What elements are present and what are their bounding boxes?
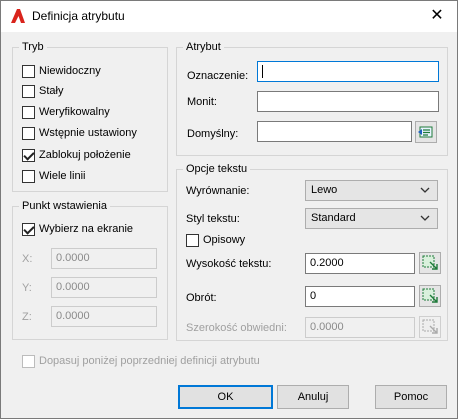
attribute-definition-dialog: Definicja atrybutu ✕ Tryb Niewidoczny St… [0,0,458,419]
text-style-label: Styl tekstu: [186,213,240,225]
specify-onscreen-checkbox-box[interactable] [22,222,35,236]
tag-field[interactable] [257,61,439,82]
pick-text-height-button[interactable] [419,252,441,274]
invisible-checkbox[interactable]: Niewidoczny [22,64,101,80]
x-coordinate-field[interactable]: 0.0000 [51,248,157,269]
align-below-checkbox[interactable]: Dopasuj poniżej poprzedniej definicji at… [22,354,260,370]
rotation-field[interactable]: 0 [305,286,415,307]
verify-label: Weryfikowalny [39,106,110,118]
pick-point-icon [420,286,440,306]
specify-onscreen-label: Wybierz na ekranie [39,223,134,235]
annotative-checkbox-box[interactable] [186,233,199,247]
pick-point-icon [420,317,440,337]
justification-value: Lewo [311,184,338,196]
attribute-group-title: Atrybut [186,41,221,53]
preset-checkbox[interactable]: Wstępnie ustawiony [22,126,137,142]
close-button[interactable]: ✕ [425,5,449,27]
z-label: Z: [22,311,32,323]
boundary-width-field[interactable]: 0.0000 [305,317,415,338]
constant-checkbox-box[interactable] [22,84,35,98]
pick-rotation-button[interactable] [419,285,441,307]
tag-label: Oznaczenie: [187,70,249,82]
align-below-label: Dopasuj poniżej poprzedniej definicji at… [39,355,260,367]
preset-label: Wstępnie ustawiony [39,127,137,139]
title-bar: Definicja atrybutu ✕ [1,1,457,32]
prompt-label: Monit: [187,96,217,108]
lock-position-checkbox-box[interactable] [22,148,35,162]
constant-label: Stały [39,85,64,97]
constant-checkbox[interactable]: Stały [22,84,63,100]
justification-label: Wyrównanie: [186,185,250,197]
invisible-checkbox-box[interactable] [22,64,35,78]
boundary-width-label: Szerokość obwiedni: [186,322,287,334]
pick-boundary-width-button[interactable] [419,316,441,338]
insert-field-button[interactable] [415,121,437,143]
text-height-field[interactable]: 0.2000 [305,253,415,274]
insert-field-icon [416,122,436,142]
window-title: Definicja atrybutu [32,9,125,23]
text-height-label: Wysokość tekstu: [186,258,272,270]
multiple-lines-label: Wiele linii [39,170,86,182]
chevron-down-icon [419,212,431,224]
default-field[interactable] [257,121,412,142]
z-coordinate-field[interactable]: 0.0000 [51,306,157,327]
help-button[interactable]: Pomoc [375,385,447,409]
close-icon: ✕ [430,7,444,24]
specify-onscreen-checkbox[interactable]: Wybierz na ekranie [22,222,133,238]
invisible-label: Niewidoczny [39,65,101,77]
text-style-dropdown[interactable]: Standard [305,208,438,229]
pick-point-icon [420,253,440,273]
annotative-label: Opisowy [203,234,246,246]
text-settings-group-title: Opcje tekstu [186,163,248,175]
justification-dropdown[interactable]: Lewo [305,180,438,201]
chevron-down-icon [419,184,431,196]
cancel-button[interactable]: Anuluj [277,385,349,409]
rotation-label: Obrót: [186,292,217,304]
y-label: Y: [22,282,32,294]
text-caret [262,65,263,78]
multiple-lines-checkbox-box[interactable] [22,169,35,183]
y-coordinate-field[interactable]: 0.0000 [51,277,157,298]
multiple-lines-checkbox[interactable]: Wiele linii [22,169,85,185]
verify-checkbox-box[interactable] [22,105,35,119]
verify-checkbox[interactable]: Weryfikowalny [22,105,110,121]
mode-group-title: Tryb [22,41,44,53]
annotative-checkbox[interactable]: Opisowy [186,233,245,249]
lock-position-checkbox[interactable]: Zablokuj położenie [22,148,131,164]
preset-checkbox-box[interactable] [22,126,35,140]
prompt-field[interactable] [257,91,439,112]
align-below-checkbox-box[interactable] [22,354,35,368]
default-label: Domyślny: [187,128,239,140]
app-logo-icon [10,8,26,24]
x-label: X: [22,253,33,265]
lock-position-label: Zablokuj położenie [39,149,131,161]
insertion-point-group-title: Punkt wstawienia [22,200,107,212]
ok-button[interactable]: OK [178,385,273,409]
text-style-value: Standard [311,212,356,224]
